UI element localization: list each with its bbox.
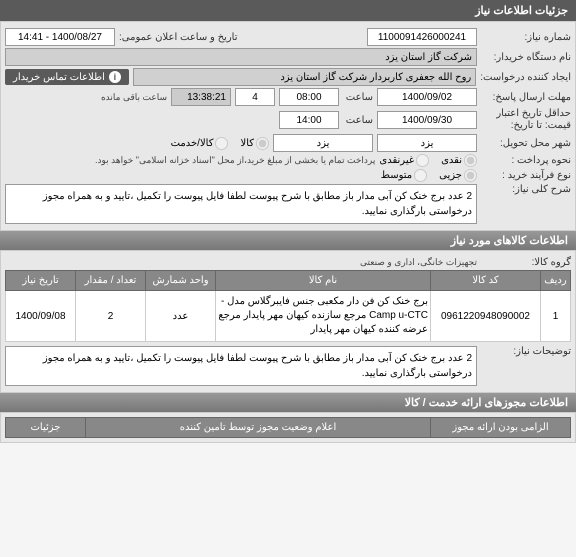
contact-buyer-link[interactable]: i اطلاعات تماس خریدار [5,69,129,85]
cell-unit: عدد [146,291,216,342]
items-header: اطلاعات کالاهای مورد نیاز [0,231,576,250]
announce-dt-field: 1400/08/27 - 14:41 [5,28,115,46]
noncash-radio-input [416,154,429,167]
permits-header-title: اطلاعات مجوزهای ارائه خدمت / کالا [405,397,568,409]
payment-group: نقدی غیرنقدی [379,154,477,167]
goods-group-value: تجهیزات خانگی، اداری و صنعتی [360,257,477,268]
cell-name: برج خنک کن فن دار مکعبی جنس فایبرگلاس مد… [216,291,431,342]
pcol-mandatory: الزامی بودن ارائه مجوز [431,418,571,438]
noncash-radio[interactable]: غیرنقدی [379,154,429,167]
pcol-details: جزئیات [6,418,86,438]
permits-table: الزامی بودن ارائه مجوز اعلام وضعیت مجوز … [5,417,571,438]
main-header: جزئیات اطلاعات نیاز [0,0,576,21]
col-code: کد کالا [431,271,541,291]
payment-label: نحوه پرداخت : [481,155,571,166]
min-validity-label: حداقل تاریخ اعتبار قیمت: تا تاریخ: [481,108,571,132]
cell-qty: 2 [76,291,146,342]
cash-radio[interactable]: نقدی [441,154,477,167]
need-desc-label: شرح کلی نیاز: [481,184,571,195]
items-header-title: اطلاعات کالاهای مورد نیاز [451,235,568,247]
partial-radio-input [464,169,477,182]
after-desc-box: 2 عدد برج خنک کن آبی مدار باز مطابق با ش… [5,346,477,386]
service-radio[interactable]: کالا/خدمت [171,137,229,150]
delivery-type-group: کالا کالا/خدمت [171,137,269,150]
cash-radio-input [464,154,477,167]
partial-radio[interactable]: جزیی [439,169,477,182]
col-row: ردیف [541,271,571,291]
after-desc-label: توضیحات نیاز: [481,346,571,357]
col-date: تاریخ نیاز [6,271,76,291]
payment-note: پرداخت تمام یا بخشی از مبلغ خرید،از محل … [5,155,375,166]
contact-label: اطلاعات تماس خریدار [13,72,105,83]
need-no-label: شماره نیاز: [481,32,571,43]
time-label-1: ساعت [343,92,373,103]
validity-date: 1400/09/30 [377,111,477,129]
remain-time: 13:38:21 [171,88,231,106]
info-section: شماره نیاز: 1100091426000241 تاریخ و ساع… [0,21,576,231]
service-radio-input [215,137,228,150]
col-name: نام کالا [216,271,431,291]
cell-row: 1 [541,291,571,342]
goods-radio-input [256,137,269,150]
delivery-city-2: یزد [273,134,373,152]
need-no-field: 1100091426000241 [367,28,477,46]
main-header-title: جزئیات اطلاعات نیاز [475,5,568,17]
buyer-field: شرکت گاز استان یزد [5,48,477,66]
goods-group-label: گروه کالا: [481,257,571,268]
cell-code: 0961220948090002 [431,291,541,342]
deadline-time: 08:00 [279,88,339,106]
requester-field: روح الله جعفری کاربردار شرکت گاز استان ی… [133,68,476,86]
items-table: ردیف کد کالا نام کالا واحد شمارش تعداد /… [5,270,571,342]
items-section: گروه کالا: تجهیزات خانگی، اداری و صنعتی … [0,250,576,393]
remain-label: ساعت باقی مانده [101,92,167,103]
process-group: جزیی متوسط [381,169,477,182]
requester-label: ایجاد کننده درخواست: [480,72,571,83]
permits-header: اطلاعات مجوزهای ارائه خدمت / کالا [0,393,576,412]
goods-radio[interactable]: کالا [240,137,269,150]
delivery-city-1: یزد [377,134,477,152]
buyer-label: نام دستگاه خریدار: [481,52,571,63]
mid-radio[interactable]: متوسط [381,169,427,182]
delivery-city-label: شهر محل تحویل: [481,138,571,149]
deadline-days: 4 [235,88,275,106]
col-qty: تعداد / مقدار [76,271,146,291]
validity-time: 14:00 [279,111,339,129]
need-desc-box: 2 عدد برج خنک کن آبی مدار باز مطابق با ش… [5,184,477,224]
deadline-date: 1400/09/02 [377,88,477,106]
mid-radio-input [414,169,427,182]
pcol-status: اعلام وضعیت مجوز توسط تامین کننده [86,418,431,438]
deadline-label: مهلت ارسال پاسخ: [481,92,571,103]
process-type-label: نوع فرآیند خرید : [481,170,571,181]
cell-date: 1400/09/08 [6,291,76,342]
info-icon: i [109,71,121,83]
announce-dt-label: تاریخ و ساعت اعلان عمومی: [119,32,238,43]
col-unit: واحد شمارش [146,271,216,291]
table-row: 1 0961220948090002 برج خنک کن فن دار مکع… [6,291,571,342]
time-label-2: ساعت [343,115,373,126]
permits-section: الزامی بودن ارائه مجوز اعلام وضعیت مجوز … [0,412,576,443]
